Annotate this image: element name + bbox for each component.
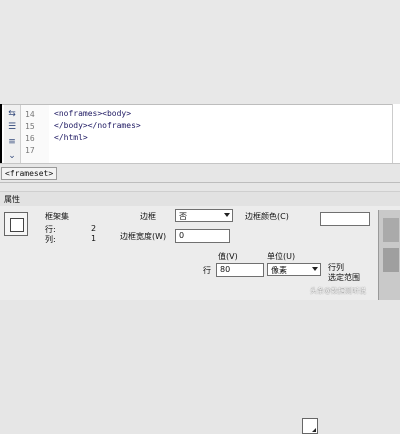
border-select[interactable]: 否 bbox=[175, 209, 233, 222]
chevron-down-icon bbox=[224, 213, 230, 217]
border-width-input[interactable]: 0 bbox=[175, 229, 230, 243]
border-color-label: 边框颜色(C) bbox=[245, 212, 289, 221]
line-number: 14 bbox=[25, 110, 35, 119]
panel-title: 属性 bbox=[4, 195, 20, 204]
border-select-value: 否 bbox=[179, 212, 187, 221]
chevron-down-icon bbox=[312, 267, 318, 271]
rowcol-selector[interactable] bbox=[378, 210, 400, 300]
border-color-input[interactable] bbox=[320, 212, 370, 226]
line-number: 15 bbox=[25, 122, 35, 131]
border-label: 边框 bbox=[140, 212, 156, 221]
unit-select-value: 像素 bbox=[271, 266, 287, 275]
border-color-swatch[interactable] bbox=[302, 418, 318, 434]
rowcol-selection-label: 选定范围 bbox=[328, 273, 360, 282]
unit-select[interactable]: 像素 bbox=[267, 263, 321, 276]
cols-value: 1 bbox=[91, 234, 97, 243]
tag-selector: <frameset> bbox=[0, 163, 400, 183]
line-number: 17 bbox=[25, 146, 35, 155]
row-value-input[interactable]: 80 bbox=[216, 263, 264, 277]
watermark-text: 头条@数据测听说 bbox=[310, 287, 366, 295]
frameset-icon bbox=[4, 212, 28, 236]
code-line[interactable]: </body></noframes> bbox=[54, 121, 141, 130]
frameset-tag-button[interactable]: <frameset> bbox=[1, 167, 58, 180]
code-editor[interactable]: ⇆ ☰ ≡ ⌄ 14 15 16 17 <noframes><body> </b… bbox=[2, 104, 392, 164]
editor-scrollbar[interactable] bbox=[392, 104, 400, 163]
frameset-name: 框架集 bbox=[45, 212, 69, 221]
line-number: 16 bbox=[25, 134, 35, 143]
border-width-label: 边框宽度(W) bbox=[120, 232, 167, 241]
collapse-icon[interactable]: ⌄ bbox=[6, 151, 18, 161]
rows-value: 2 bbox=[91, 224, 97, 233]
wrap-icon[interactable]: ⇆ bbox=[6, 109, 18, 119]
unit-label: 单位(U) bbox=[267, 252, 296, 261]
line-gutter: 14 15 16 17 bbox=[21, 105, 49, 164]
editor-toolbar: ⇆ ☰ ≡ ⌄ bbox=[4, 105, 21, 164]
outline-icon[interactable]: ☰ bbox=[6, 122, 18, 132]
row-label: 行 bbox=[203, 266, 211, 275]
value-label: 值(V) bbox=[218, 252, 238, 261]
code-line[interactable]: <noframes><body> bbox=[54, 109, 131, 118]
indent-icon[interactable]: ≡ bbox=[6, 137, 18, 147]
design-canvas bbox=[0, 0, 400, 104]
properties-header: 属性 bbox=[0, 191, 400, 207]
code-line[interactable]: </html> bbox=[54, 133, 88, 142]
cols-label: 列: bbox=[45, 235, 56, 244]
